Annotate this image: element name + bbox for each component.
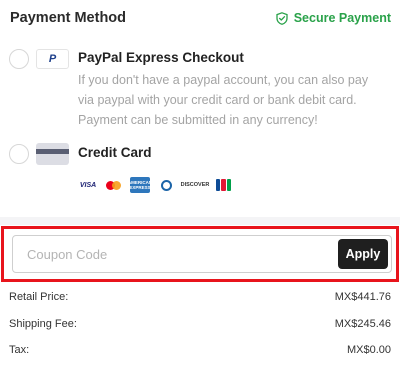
section-divider <box>0 217 400 225</box>
credit-card-radio[interactable] <box>9 144 29 164</box>
mastercard-icon <box>104 177 124 193</box>
paypal-logo-letter: P <box>48 53 57 65</box>
shipping-fee-label: Shipping Fee: <box>9 318 77 330</box>
summary-row-shipping: Shipping Fee: MX$245.46 <box>9 317 391 331</box>
paypal-radio[interactable] <box>9 49 29 69</box>
secure-payment-label: Secure Payment <box>293 11 391 25</box>
coupon-field: Apply <box>12 235 392 273</box>
payment-method-title: Payment Method <box>10 10 127 26</box>
credit-card-icon <box>36 143 69 165</box>
apply-coupon-button[interactable]: Apply <box>338 239 388 269</box>
payment-option-credit-card[interactable]: Credit Card <box>9 143 152 165</box>
shield-check-icon <box>276 11 288 25</box>
payment-header: Payment Method Secure Payment <box>10 9 391 27</box>
retail-price-label: Retail Price: <box>9 291 69 303</box>
payment-option-paypal[interactable]: P PayPal Express Checkout If you don't h… <box>9 49 378 130</box>
tax-value: MX$0.00 <box>346 344 391 356</box>
coupon-code-input[interactable] <box>27 244 287 264</box>
jcb-icon <box>214 177 233 193</box>
coupon-highlight-box: Apply <box>1 226 399 282</box>
diners-club-icon <box>156 177 176 193</box>
card-brand-list: VISA AMERICAN EXPRESS DISCOVER <box>78 177 233 193</box>
discover-icon: DISCOVER <box>180 182 210 188</box>
paypal-option-title: PayPal Express Checkout <box>78 50 244 65</box>
summary-row-tax: Tax: MX$0.00 <box>9 343 391 357</box>
visa-icon: VISA <box>79 181 97 189</box>
secure-payment-badge: Secure Payment <box>276 11 391 25</box>
amex-icon: AMERICAN EXPRESS <box>128 177 152 193</box>
summary-row-retail: Retail Price: MX$441.76 <box>9 290 391 304</box>
credit-card-option-title: Credit Card <box>78 145 152 160</box>
tax-label: Tax: <box>9 344 30 356</box>
shipping-fee-value: MX$245.46 <box>334 318 391 330</box>
paypal-option-description: If you don't have a paypal account, you … <box>78 73 369 127</box>
retail-price-value: MX$441.76 <box>334 291 391 303</box>
payment-method-card: Payment Method Secure Payment P PayPal E… <box>0 0 400 225</box>
paypal-logo-icon: P <box>36 49 69 69</box>
